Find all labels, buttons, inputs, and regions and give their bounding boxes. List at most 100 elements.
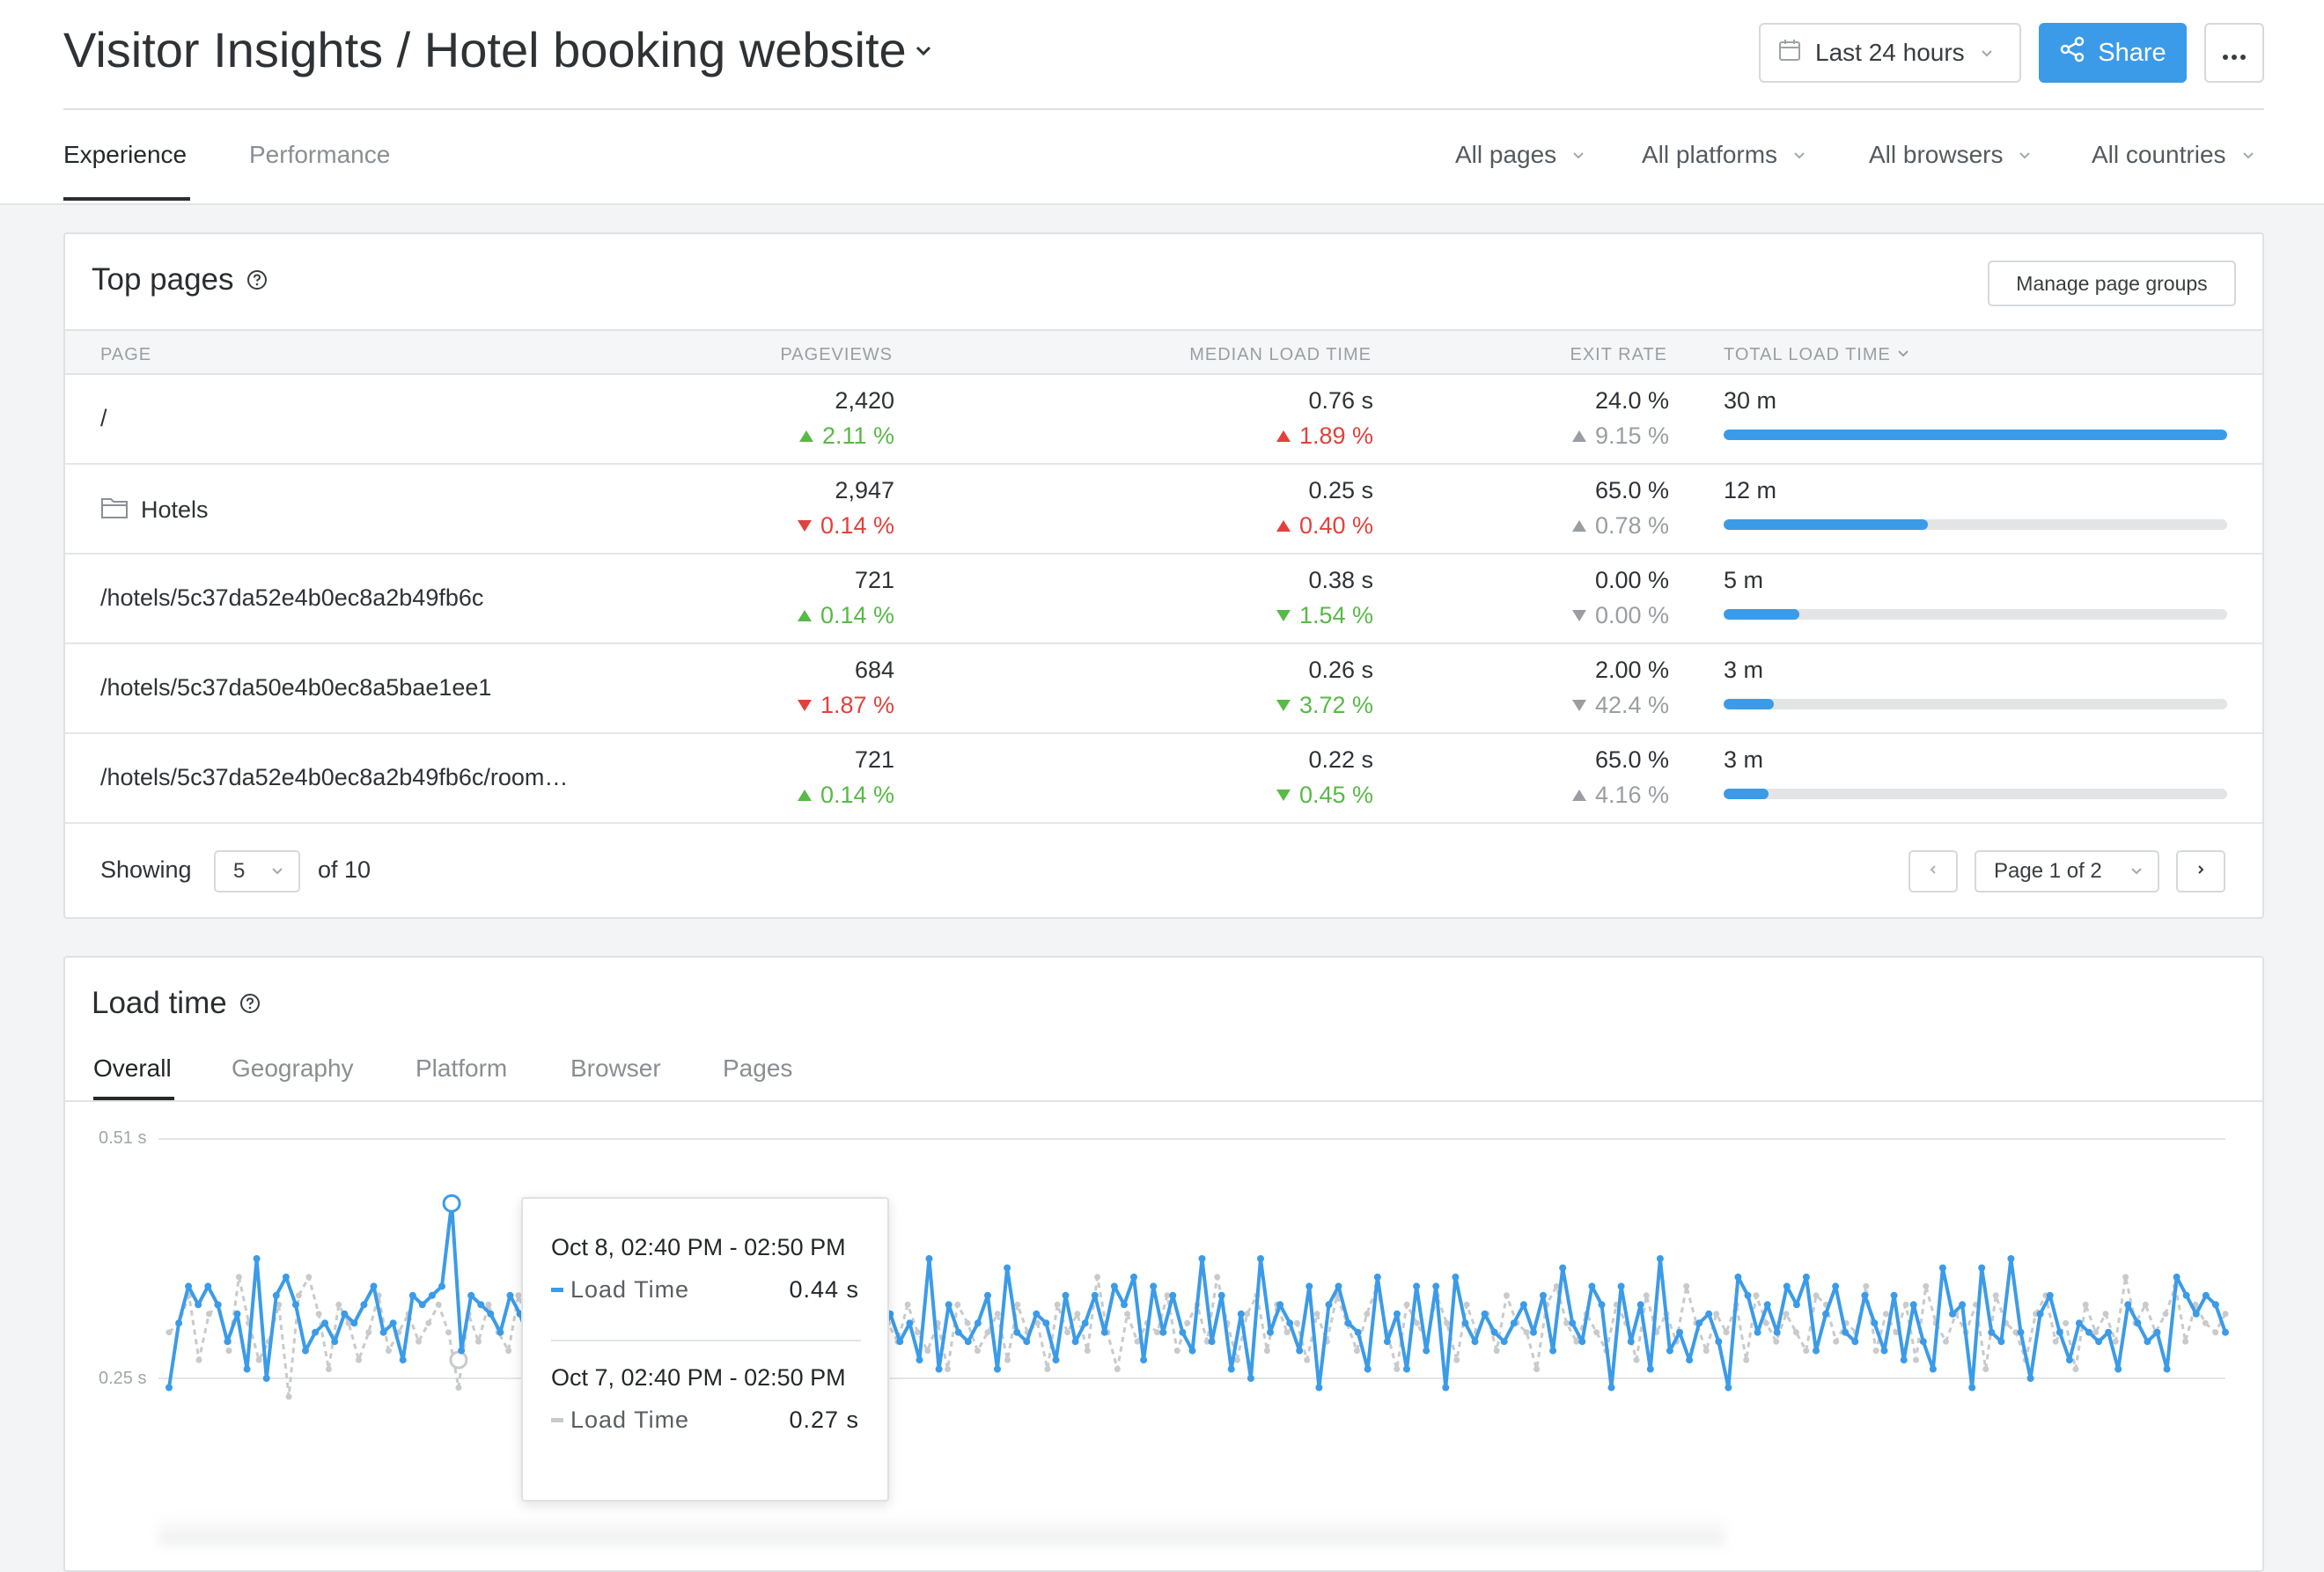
exit-rate-delta-text: 42.4 % (1594, 692, 1669, 718)
next-page-button[interactable] (2176, 850, 2225, 893)
trend-down-icon (797, 700, 812, 711)
exit-rate-value: 2.00 % (1594, 657, 1669, 683)
trend-down-icon (1276, 610, 1291, 621)
chevron-down-icon (1570, 141, 1586, 169)
more-options-button[interactable] (2204, 23, 2264, 83)
trend-down-icon (1571, 700, 1586, 711)
page-name-text: /hotels/5c37da50e4b0ec8a5bae1ee1 (100, 674, 492, 701)
load-time-title: Load time (92, 986, 261, 1021)
page-title[interactable]: Visitor Insights / Hotel booking website (63, 21, 933, 78)
page-name-text: / (100, 405, 107, 431)
trend-up-icon (797, 610, 812, 621)
date-range-select[interactable]: Last 24 hours (1759, 23, 2021, 83)
median-load-value: 0.76 s (1308, 387, 1373, 414)
column-page[interactable]: PAGE (100, 345, 151, 365)
calendar-icon (1778, 39, 1801, 68)
pageviews-delta: 1.87 % (797, 692, 894, 719)
exit-rate-delta-text: 9.15 % (1594, 422, 1669, 449)
tab-performance[interactable]: Performance (249, 141, 390, 169)
table-row[interactable]: /hotels/5c37da52e4b0ec8a2b49fb6c 721 0.14 … (65, 555, 2262, 644)
median-load-delta: 1.54 % (1276, 602, 1373, 629)
subtab-pages[interactable]: Pages (723, 1054, 792, 1083)
chevron-down-icon[interactable] (914, 40, 933, 60)
table-row[interactable]: /hotels/5c37da50e4b0ec8a5bae1ee1 684 1.87 … (65, 644, 2262, 734)
filter-platforms[interactable]: All platforms (1642, 141, 1807, 169)
exit-rate-delta: 0.00 % (1571, 602, 1669, 629)
manage-page-groups-button[interactable]: Manage page groups (1988, 261, 2236, 306)
help-icon[interactable] (239, 993, 261, 1014)
pageviews-value: 721 (854, 567, 894, 593)
chevron-down-icon (2017, 141, 2033, 169)
showing-label: Showing (100, 856, 192, 883)
table-row[interactable]: Hotels 2,947 0.14 % 0.25 s 0.40 % 65.0 % 0.78 … (65, 465, 2262, 555)
pageviews-value: 684 (854, 657, 894, 683)
tooltip-previous-value: 0.27 s (789, 1407, 859, 1433)
subtab-overall[interactable]: Overall (93, 1054, 172, 1083)
filter-browsers-label: All browsers (1869, 141, 2004, 168)
tab-experience[interactable]: Experience (63, 141, 187, 169)
table-row[interactable]: / 2,420 2.11 % 0.76 s 1.89 % 24.0 % 9.15 % 30 m (65, 375, 2262, 465)
exit-rate-value: 0.00 % (1594, 567, 1669, 593)
page-header: Visitor Insights / Hotel booking website… (0, 0, 2324, 205)
trend-up-icon (1571, 790, 1586, 801)
trend-up-icon (797, 790, 812, 801)
active-tab-indicator (63, 197, 190, 201)
page-select[interactable]: Page 1 of 2 (1975, 850, 2159, 893)
exit-rate-delta: 42.4 % (1571, 692, 1669, 719)
exit-rate-delta: 9.15 % (1571, 422, 1669, 450)
prev-page-button[interactable] (1908, 850, 1958, 893)
exit-rate-value: 65.0 % (1594, 746, 1669, 773)
tooltip-previous-range: Oct 7, 02:40 PM - 02:50 PM (551, 1364, 846, 1391)
exit-rate-delta-text: 0.78 % (1594, 512, 1669, 539)
chevron-down-icon (1791, 141, 1807, 169)
subtab-geography[interactable]: Geography (232, 1054, 354, 1083)
page-name[interactable]: / (100, 405, 107, 432)
trend-up-icon (1276, 520, 1291, 532)
pageviews-delta: 0.14 % (797, 602, 894, 629)
tooltip-previous-label: Load Time (570, 1407, 690, 1433)
page-size-select[interactable]: 5 (214, 850, 300, 893)
filter-pages[interactable]: All pages (1455, 141, 1586, 169)
filter-countries[interactable]: All countries (2092, 141, 2256, 169)
page-name[interactable]: /hotels/5c37da52e4b0ec8a2b49fb6c/room… (100, 764, 568, 791)
column-total-load-time[interactable]: TOTAL LOAD TIME (1724, 345, 1910, 365)
trend-down-icon (1276, 790, 1291, 801)
column-median-load-time[interactable]: MEDIAN LOAD TIME (1189, 345, 1372, 365)
chevron-right-icon (2195, 863, 2207, 880)
column-exit-rate[interactable]: EXIT RATE (1570, 345, 1667, 365)
page-name[interactable]: /hotels/5c37da52e4b0ec8a2b49fb6c (100, 584, 483, 612)
header-divider (63, 108, 2264, 110)
median-load-delta-text: 1.89 % (1298, 422, 1373, 449)
median-load-delta-text: 3.72 % (1298, 692, 1373, 718)
pageviews-delta: 2.11 % (798, 422, 894, 450)
total-load-bar (1724, 699, 2227, 709)
filter-pages-label: All pages (1455, 141, 1557, 168)
page-name[interactable]: /hotels/5c37da50e4b0ec8a5bae1ee1 (100, 674, 491, 702)
column-pageviews[interactable]: PAGEVIEWS (780, 345, 893, 365)
trend-up-icon (1571, 430, 1586, 442)
pageviews-delta-text: 0.14 % (820, 782, 894, 808)
chevron-down-icon (2129, 859, 2144, 884)
total-load-bar (1724, 609, 2227, 620)
exit-rate-delta: 0.78 % (1571, 512, 1669, 540)
pageviews-delta: 0.14 % (797, 782, 894, 809)
share-button[interactable]: Share (2039, 23, 2187, 83)
top-pages-title: Top pages (92, 262, 268, 298)
chart-tooltip: Oct 8, 02:40 PM - 02:50 PM Load Time 0.4… (521, 1197, 889, 1502)
subtab-browser[interactable]: Browser (570, 1054, 661, 1083)
table-row[interactable]: /hotels/5c37da52e4b0ec8a2b49fb6c/room… 72… (65, 734, 2262, 824)
page-name[interactable]: Hotels (100, 495, 209, 525)
median-load-delta-text: 0.45 % (1298, 782, 1373, 808)
median-load-delta: 1.89 % (1276, 422, 1373, 450)
filter-browsers[interactable]: All browsers (1869, 141, 2033, 169)
y-tick-label: 0.25 s (99, 1369, 147, 1388)
share-label: Share (2098, 38, 2166, 67)
exit-rate-value: 24.0 % (1594, 387, 1669, 414)
trend-down-icon (1571, 610, 1586, 621)
help-icon[interactable] (246, 269, 268, 290)
total-count-label: of 10 (318, 856, 371, 883)
load-time-title-text: Load time (92, 986, 227, 1020)
exit-rate-value: 65.0 % (1594, 477, 1669, 503)
page-size-value: 5 (233, 859, 246, 883)
subtab-platform[interactable]: Platform (416, 1054, 507, 1083)
